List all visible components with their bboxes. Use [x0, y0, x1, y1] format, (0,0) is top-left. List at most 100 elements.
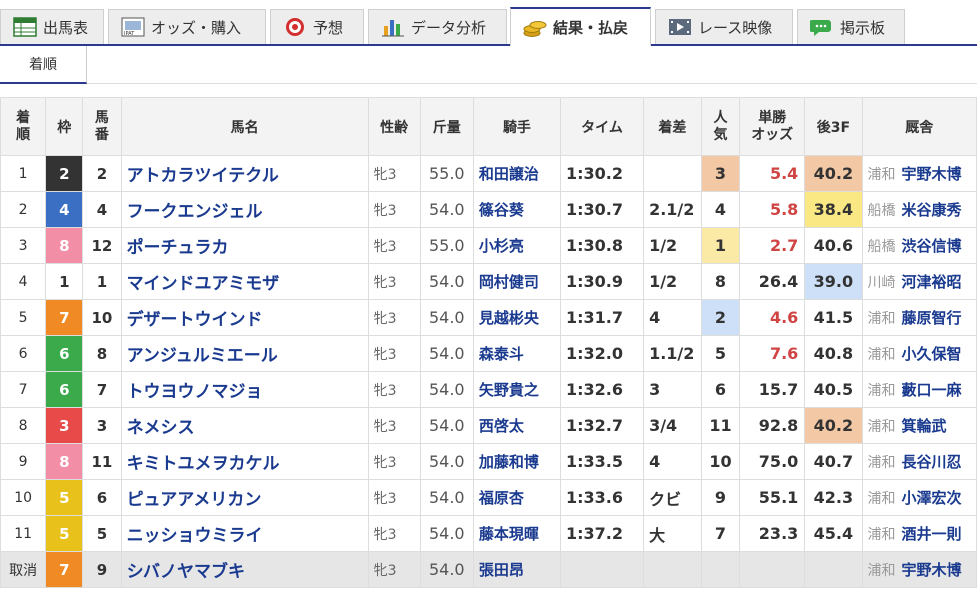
trainer-link[interactable]: 渋谷信博 — [902, 237, 962, 255]
weight-cell: 54.0 — [419, 263, 474, 300]
col-time: タイム — [559, 97, 645, 156]
horse-name-cell: フークエンジェル — [120, 191, 369, 228]
last-3f-cell: 40.6 — [804, 227, 863, 264]
margin-cell: 1/2 — [643, 227, 702, 264]
trainer-location: 船橋 — [867, 203, 896, 219]
weight-cell: 54.0 — [419, 191, 474, 228]
trainer-cell: 浦和 宇野木博 — [861, 155, 977, 192]
jockey-link[interactable]: 小杉亮 — [479, 237, 524, 255]
weight-cell: 54.0 — [419, 443, 474, 480]
jockey-link[interactable]: 福原杏 — [479, 489, 524, 507]
trainer-cell: 浦和 酒井一則 — [861, 515, 977, 552]
time-cell: 1:32.7 — [559, 407, 645, 444]
jockey-link[interactable]: 加藤和博 — [479, 453, 539, 471]
number-cell: 10 — [82, 299, 122, 336]
margin-cell — [643, 551, 702, 588]
horse-name-link[interactable]: ピュアアメリカン — [127, 490, 262, 510]
last-3f-cell: 41.5 — [804, 299, 863, 336]
table-row: 11 5 5 ニッショウミライ 牝3 54.0 藤本現暉 1:37.2 大 7 23.3 45.4 浦和… — [0, 515, 977, 552]
col-sex-age: 性齢 — [367, 97, 421, 156]
margin-cell: 3 — [643, 371, 702, 408]
trainer-link[interactable]: 長谷川忍 — [902, 453, 962, 471]
rank-cell: 3 — [0, 227, 47, 264]
waku-cell: 5 — [45, 515, 84, 552]
tab-race-video[interactable]: レース映像 — [655, 9, 793, 44]
margin-cell: 4 — [643, 299, 702, 336]
horse-name-link[interactable]: トウヨウノマジョ — [127, 382, 263, 402]
rank-cell: 4 — [0, 263, 47, 300]
margin-cell: 大 — [643, 515, 702, 552]
trainer-cell: 船橋 米谷康秀 — [861, 191, 977, 228]
win-odds-cell: 4.6 — [739, 299, 806, 336]
margin-cell: 4 — [643, 443, 702, 480]
table-row: 6 6 8 アンジュルミエール 牝3 54.0 森泰斗 1:32.0 1.1/2 5 7.6 40.8… — [0, 335, 977, 372]
win-odds-cell: 55.1 — [739, 479, 806, 516]
tab-label: 予想 — [313, 18, 344, 37]
jockey-link[interactable]: 森泰斗 — [479, 345, 524, 363]
popularity-cell: 8 — [700, 263, 741, 300]
trainer-link[interactable]: 小澤宏次 — [902, 489, 962, 507]
horse-name-link[interactable]: キミトユメヲカケル — [127, 454, 280, 474]
tab-prediction[interactable]: 予想 — [270, 9, 364, 44]
last-3f-cell: 40.7 — [804, 443, 863, 480]
jockey-link[interactable]: 張田昂 — [479, 561, 524, 579]
jockey-cell: 藤本現暉 — [472, 515, 561, 552]
trainer-link[interactable]: 宇野木博 — [902, 165, 962, 183]
jockey-link[interactable]: 西啓太 — [479, 417, 524, 435]
number-cell: 8 — [82, 335, 122, 372]
horse-name-cell: ピュアアメリカン — [120, 479, 369, 516]
horse-name-link[interactable]: デザートウインド — [127, 310, 263, 330]
sex-age-cell: 牝3 — [367, 299, 421, 336]
number-cell: 12 — [82, 227, 122, 264]
horse-name-cell: キミトユメヲカケル — [120, 443, 369, 480]
jockey-cell: 西啓太 — [472, 407, 561, 444]
horse-name-link[interactable]: シバノヤマブキ — [127, 562, 246, 582]
table-row: 10 5 6 ピュアアメリカン 牝3 54.0 福原杏 1:33.6 クビ 9 55.1 42.3 浦和… — [0, 479, 977, 516]
trainer-link[interactable]: 藪口一麻 — [902, 381, 962, 399]
jockey-link[interactable]: 岡村健司 — [479, 273, 539, 291]
last-3f-cell: 40.8 — [804, 335, 863, 372]
trainer-link[interactable]: 宇野木博 — [902, 561, 962, 579]
trainer-link[interactable]: 河津裕昭 — [902, 273, 962, 291]
margin-cell: 1.1/2 — [643, 335, 702, 372]
trainer-link[interactable]: 酒井一則 — [902, 525, 962, 543]
horse-name-link[interactable]: ニッショウミライ — [127, 526, 263, 546]
trainer-cell: 浦和 箕輪武 — [861, 407, 977, 444]
jockey-link[interactable]: 見越彬央 — [479, 309, 539, 327]
trainer-link[interactable]: 小久保智 — [902, 345, 962, 363]
time-cell: 1:33.5 — [559, 443, 645, 480]
trainer-link[interactable]: 藤原智行 — [902, 309, 962, 327]
jockey-link[interactable]: 矢野貴之 — [479, 381, 539, 399]
jockey-link[interactable]: 和田譲治 — [479, 165, 539, 183]
tab-label: 結果・払戻 — [553, 19, 629, 37]
tab-entries[interactable]: 出馬表 — [0, 9, 104, 44]
horse-name-link[interactable]: ネメシス — [127, 418, 195, 438]
horse-name-link[interactable]: マインドユアミモザ — [127, 274, 280, 294]
sex-age-text: 牝3 — [373, 274, 397, 291]
horse-name-link[interactable]: アトカラツイテクル — [127, 166, 279, 186]
trainer-location: 浦和 — [867, 167, 896, 183]
tab-message-board[interactable]: 掲示板 — [797, 9, 905, 44]
horse-name-link[interactable]: アンジュルミエール — [127, 346, 278, 366]
time-cell: 1:33.6 — [559, 479, 645, 516]
horse-name-link[interactable]: フークエンジェル — [127, 202, 263, 222]
trainer-link[interactable]: 箕輪武 — [902, 417, 947, 435]
subtab-finish-order[interactable]: 着順 — [0, 46, 87, 84]
jockey-link[interactable]: 篠谷葵 — [479, 201, 524, 219]
jockey-link[interactable]: 藤本現暉 — [479, 525, 539, 543]
margin-cell: 1/2 — [643, 263, 702, 300]
tab-bar: 出馬表 IPAT オッズ・購入 予想 データ分析 結果・払戻 レース映像 掲示板 — [0, 0, 977, 46]
trainer-cell: 浦和 小久保智 — [861, 335, 977, 372]
horse-name-cell: アトカラツイテクル — [120, 155, 369, 192]
trainer-link[interactable]: 米谷康秀 — [902, 201, 962, 219]
tab-data-analysis[interactable]: データ分析 — [368, 9, 507, 44]
horse-name-link[interactable]: ポーチュラカ — [127, 238, 229, 258]
trainer-location: 船橋 — [867, 239, 896, 255]
number-cell: 6 — [82, 479, 122, 516]
tab-odds[interactable]: IPAT オッズ・購入 — [108, 9, 266, 44]
win-odds-cell: 15.7 — [739, 371, 806, 408]
tab-results[interactable]: 結果・払戻 — [510, 7, 651, 46]
ipat-icon-text: IPAT — [124, 31, 135, 37]
col-win-odds: 単勝 オッズ — [739, 97, 806, 156]
time-cell: 1:30.7 — [559, 191, 645, 228]
